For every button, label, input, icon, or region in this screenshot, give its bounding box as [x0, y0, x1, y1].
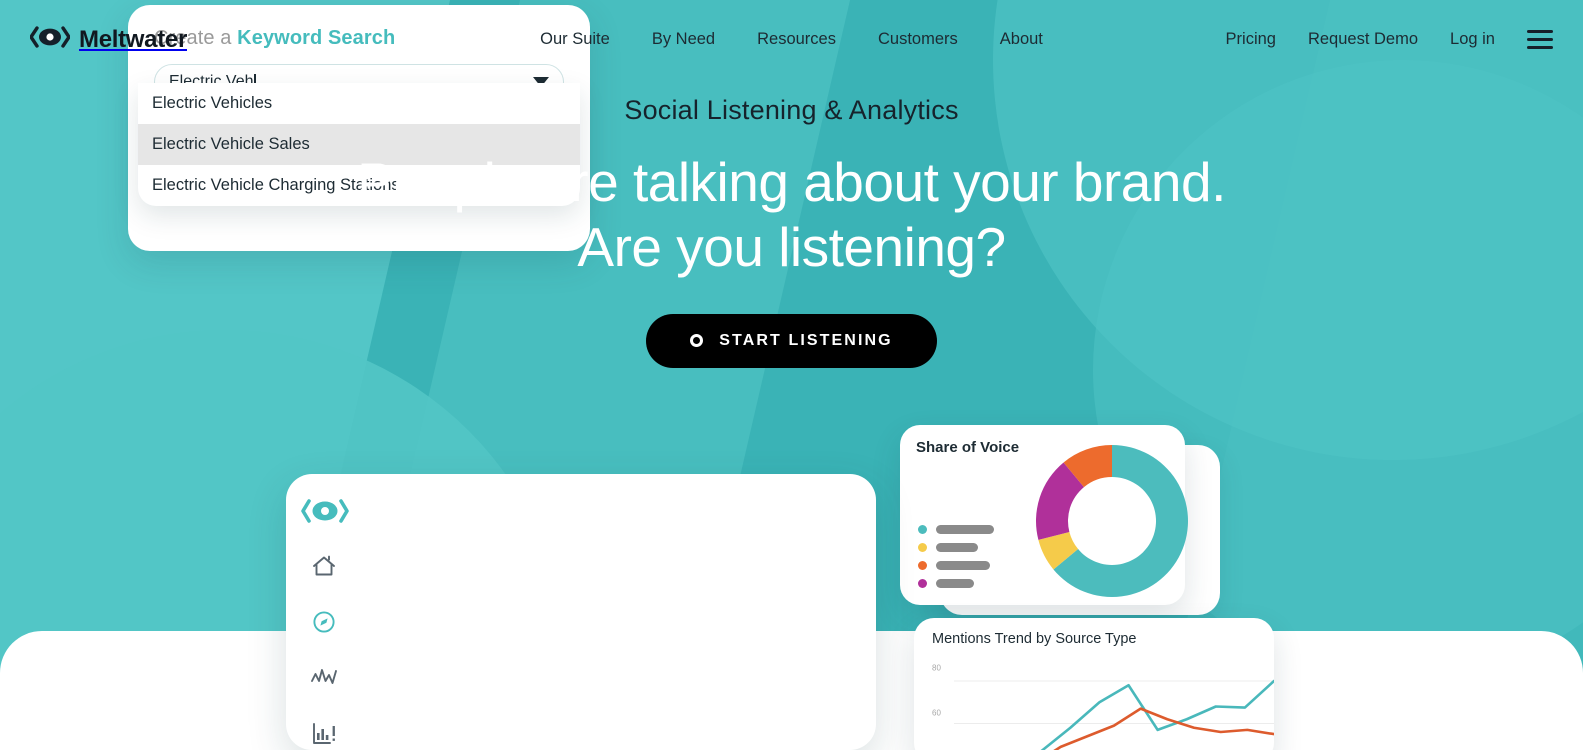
legend-color-swatch — [918, 579, 927, 588]
legend-item — [918, 579, 994, 588]
hamburger-line — [1527, 46, 1553, 49]
hero-section: Social Listening & Analytics People are … — [0, 95, 1583, 368]
mentions-trend-card: Mentions Trend by Source Type 80 60 40 — [914, 618, 1274, 750]
share-of-voice-card: Share of Voice — [900, 425, 1188, 605]
hamburger-line — [1527, 30, 1553, 33]
legend-color-swatch — [918, 561, 927, 570]
meltwater-eye-logo-icon — [29, 26, 71, 53]
pulse-wave-icon[interactable] — [310, 664, 340, 694]
site-header: Meltwater Our Suite By Need Resources Cu… — [0, 0, 1583, 79]
y-axis-tick-60: 60 — [932, 708, 941, 718]
mentions-trend-plot: 80 60 40 — [932, 656, 1274, 750]
nav-item-customers[interactable]: Customers — [878, 30, 958, 49]
start-listening-label: START LISTENING — [719, 331, 893, 349]
nav-item-about[interactable]: About — [1000, 30, 1043, 49]
legend-item — [918, 543, 994, 552]
nav-item-pricing[interactable]: Pricing — [1226, 30, 1276, 49]
trend-line — [1040, 679, 1274, 750]
record-dot-icon — [690, 334, 704, 348]
hero-headline: People are talking about your brand. Are… — [0, 150, 1583, 280]
nav-item-resources[interactable]: Resources — [757, 30, 836, 49]
legend-label-placeholder — [936, 525, 994, 534]
brand-logo-link[interactable]: Meltwater — [29, 25, 187, 54]
brand-name: Meltwater — [79, 25, 187, 53]
legend-color-swatch — [918, 543, 927, 552]
home-icon[interactable] — [310, 552, 340, 582]
legend-item — [918, 561, 994, 570]
nav-item-our-suite[interactable]: Our Suite — [540, 30, 610, 49]
nav-item-request-demo[interactable]: Request Demo — [1308, 30, 1418, 49]
hero-eyebrow: Social Listening & Analytics — [624, 95, 959, 125]
compass-icon[interactable] — [310, 608, 340, 638]
y-axis-tick-80: 80 — [932, 663, 941, 673]
hero-cta-wrap: START LISTENING — [0, 313, 1583, 368]
legend-color-swatch — [918, 525, 927, 534]
share-of-voice-donut-chart — [1024, 433, 1200, 614]
hamburger-menu-icon[interactable] — [1527, 30, 1553, 49]
app-sidebar — [286, 474, 364, 750]
bar-chart-alert-icon[interactable] — [310, 720, 340, 750]
hero-headline-line-2: Are you listening? — [577, 215, 1006, 278]
secondary-nav: Pricing Request Demo Log in — [1226, 30, 1553, 49]
share-of-voice-legend — [918, 525, 994, 597]
app-window-mock — [286, 474, 876, 750]
nav-item-by-need[interactable]: By Need — [652, 30, 715, 49]
legend-label-placeholder — [936, 543, 978, 552]
hamburger-line — [1527, 38, 1553, 41]
hero-headline-line-1: People are talking about your brand. — [357, 151, 1226, 213]
mentions-trend-title: Mentions Trend by Source Type — [932, 631, 1137, 647]
nav-item-log-in[interactable]: Log in — [1450, 30, 1495, 49]
start-listening-button[interactable]: START LISTENING — [646, 313, 937, 368]
legend-item — [918, 525, 994, 534]
legend-label-placeholder — [936, 579, 974, 588]
meltwater-eye-logo-icon[interactable] — [301, 496, 349, 526]
trend-line — [1053, 707, 1274, 750]
legend-label-placeholder — [936, 561, 990, 570]
